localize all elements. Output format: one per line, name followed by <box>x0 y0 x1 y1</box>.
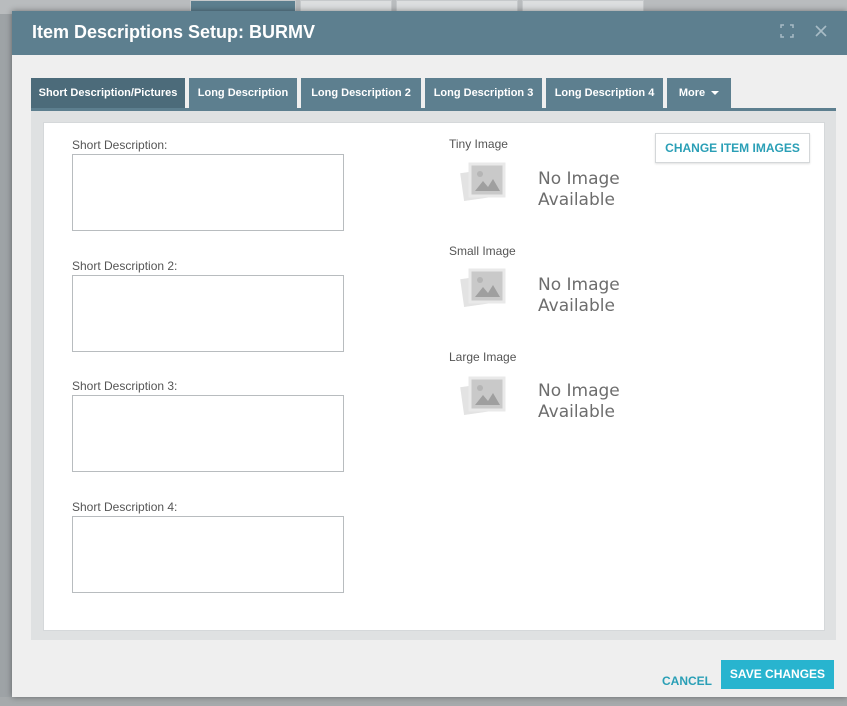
change-item-images-button[interactable]: CHANGE ITEM IMAGES <box>655 133 810 163</box>
close-icon[interactable] <box>812 23 830 41</box>
no-image-line: No Image <box>538 381 620 401</box>
available-line: Available <box>538 296 615 316</box>
dialog-header: Item Descriptions Setup: BURMV <box>12 11 847 55</box>
tiny-image-label: Tiny Image <box>449 137 508 151</box>
small-image-label: Small Image <box>449 244 516 258</box>
available-line: Available <box>538 190 615 210</box>
short-description-label: Short Description: <box>72 138 168 152</box>
tab-long-description-3[interactable]: Long Description 3 <box>425 78 542 108</box>
image-placeholder-icon <box>458 375 516 419</box>
tab-label: More <box>678 87 706 99</box>
cancel-button[interactable]: CANCEL <box>662 670 712 692</box>
short-description-4-input[interactable] <box>72 516 344 593</box>
tab-label: Long Description 3 <box>433 87 534 99</box>
tab-long-description-4[interactable]: Long Description 4 <box>546 78 663 108</box>
tab-content-panel: Short Description: Short Description 2: … <box>43 122 825 631</box>
dialog-title: Item Descriptions Setup: BURMV <box>32 22 316 42</box>
caret-down-icon <box>711 91 720 96</box>
background-app-footer <box>0 697 847 706</box>
item-descriptions-dialog: Item Descriptions Setup: BURMV Short Des… <box>12 11 847 697</box>
short-description-3-input[interactable] <box>72 395 344 472</box>
short-description-input[interactable] <box>72 154 344 231</box>
expand-icon[interactable] <box>778 23 796 41</box>
tab-short-description-pictures[interactable]: Short Description/Pictures <box>31 78 185 108</box>
available-line: Available <box>538 402 615 422</box>
tab-label: Short Description/Pictures <box>38 87 178 99</box>
small-image-no-image-text: No Image Available <box>538 275 620 317</box>
large-image-label: Large Image <box>449 350 517 364</box>
tab-label: Long Description <box>197 87 289 99</box>
tab-label: Long Description 4 <box>554 87 655 99</box>
no-image-line: No Image <box>538 169 620 189</box>
save-changes-button[interactable]: SAVE CHANGES <box>721 660 834 689</box>
tab-label: Long Description 2 <box>311 87 411 99</box>
no-image-line: No Image <box>538 275 620 295</box>
short-description-2-label: Short Description 2: <box>72 259 178 273</box>
large-image-no-image-text: No Image Available <box>538 381 620 423</box>
background-app-sidebar <box>0 14 12 706</box>
tab-more-dropdown[interactable]: More <box>667 78 731 108</box>
short-description-3-label: Short Description 3: <box>72 379 178 393</box>
tab-long-description[interactable]: Long Description <box>189 78 297 108</box>
tab-long-description-2[interactable]: Long Description 2 <box>301 78 421 108</box>
short-description-4-label: Short Description 4: <box>72 500 178 514</box>
tiny-image-no-image-text: No Image Available <box>538 169 620 211</box>
image-placeholder-icon <box>458 161 516 205</box>
tab-bar: Short Description/Pictures Long Descript… <box>31 78 836 111</box>
tab-content-wrapper: Short Description: Short Description 2: … <box>31 111 836 640</box>
image-placeholder-icon <box>458 267 516 311</box>
short-description-2-input[interactable] <box>72 275 344 352</box>
